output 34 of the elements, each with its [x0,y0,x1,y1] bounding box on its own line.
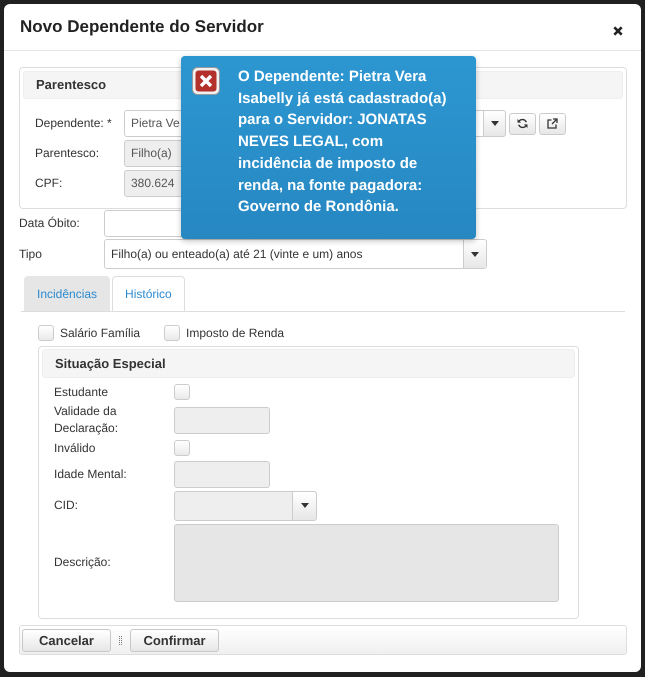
checkbox[interactable] [38,325,54,341]
checkbox[interactable] [174,440,190,456]
field-label: Dependente: * [35,115,113,132]
field-label: Descrição: [54,554,112,571]
field-label: Tipo [19,246,43,262]
confirm-button[interactable]: Confirmar [130,628,219,652]
select-field[interactable]: Filho(a) ou enteado(a) até 21 (vinte e um) anos [104,239,487,269]
open-link-button[interactable] [539,112,566,134]
field-label: Inválido [54,440,96,456]
error-icon [192,67,220,95]
caret-icon [471,252,479,256]
close-button[interactable] [613,26,623,36]
checkbox-label: Imposto de Renda [186,326,284,340]
cancel-button[interactable]: Cancelar [22,628,111,652]
field-label: Idade Mental: [54,466,128,482]
dialog-title: Novo Dependente do Servidor [20,17,264,37]
field-label: Validade da Declaração: [54,403,120,437]
caret-icon [490,121,498,126]
field-label: Estudante [54,384,110,400]
checkbox-label: Salário Família [60,326,140,340]
field-label: Data Óbito: [19,215,81,232]
refresh-button[interactable] [509,112,536,134]
checkbox[interactable] [174,384,190,400]
dropdown-button[interactable] [484,110,506,137]
refresh-icon [517,118,528,129]
field-label: CID: [54,497,79,514]
caret-icon [300,503,308,508]
tab[interactable]: Histórico [112,276,185,311]
checkbox[interactable] [164,325,180,341]
panel-header: Situação Especial [42,349,575,378]
external-link-icon [547,118,558,129]
close-icon [613,26,623,36]
field-label: CPF: [35,175,64,192]
field-label: Parentesco: [35,145,100,162]
